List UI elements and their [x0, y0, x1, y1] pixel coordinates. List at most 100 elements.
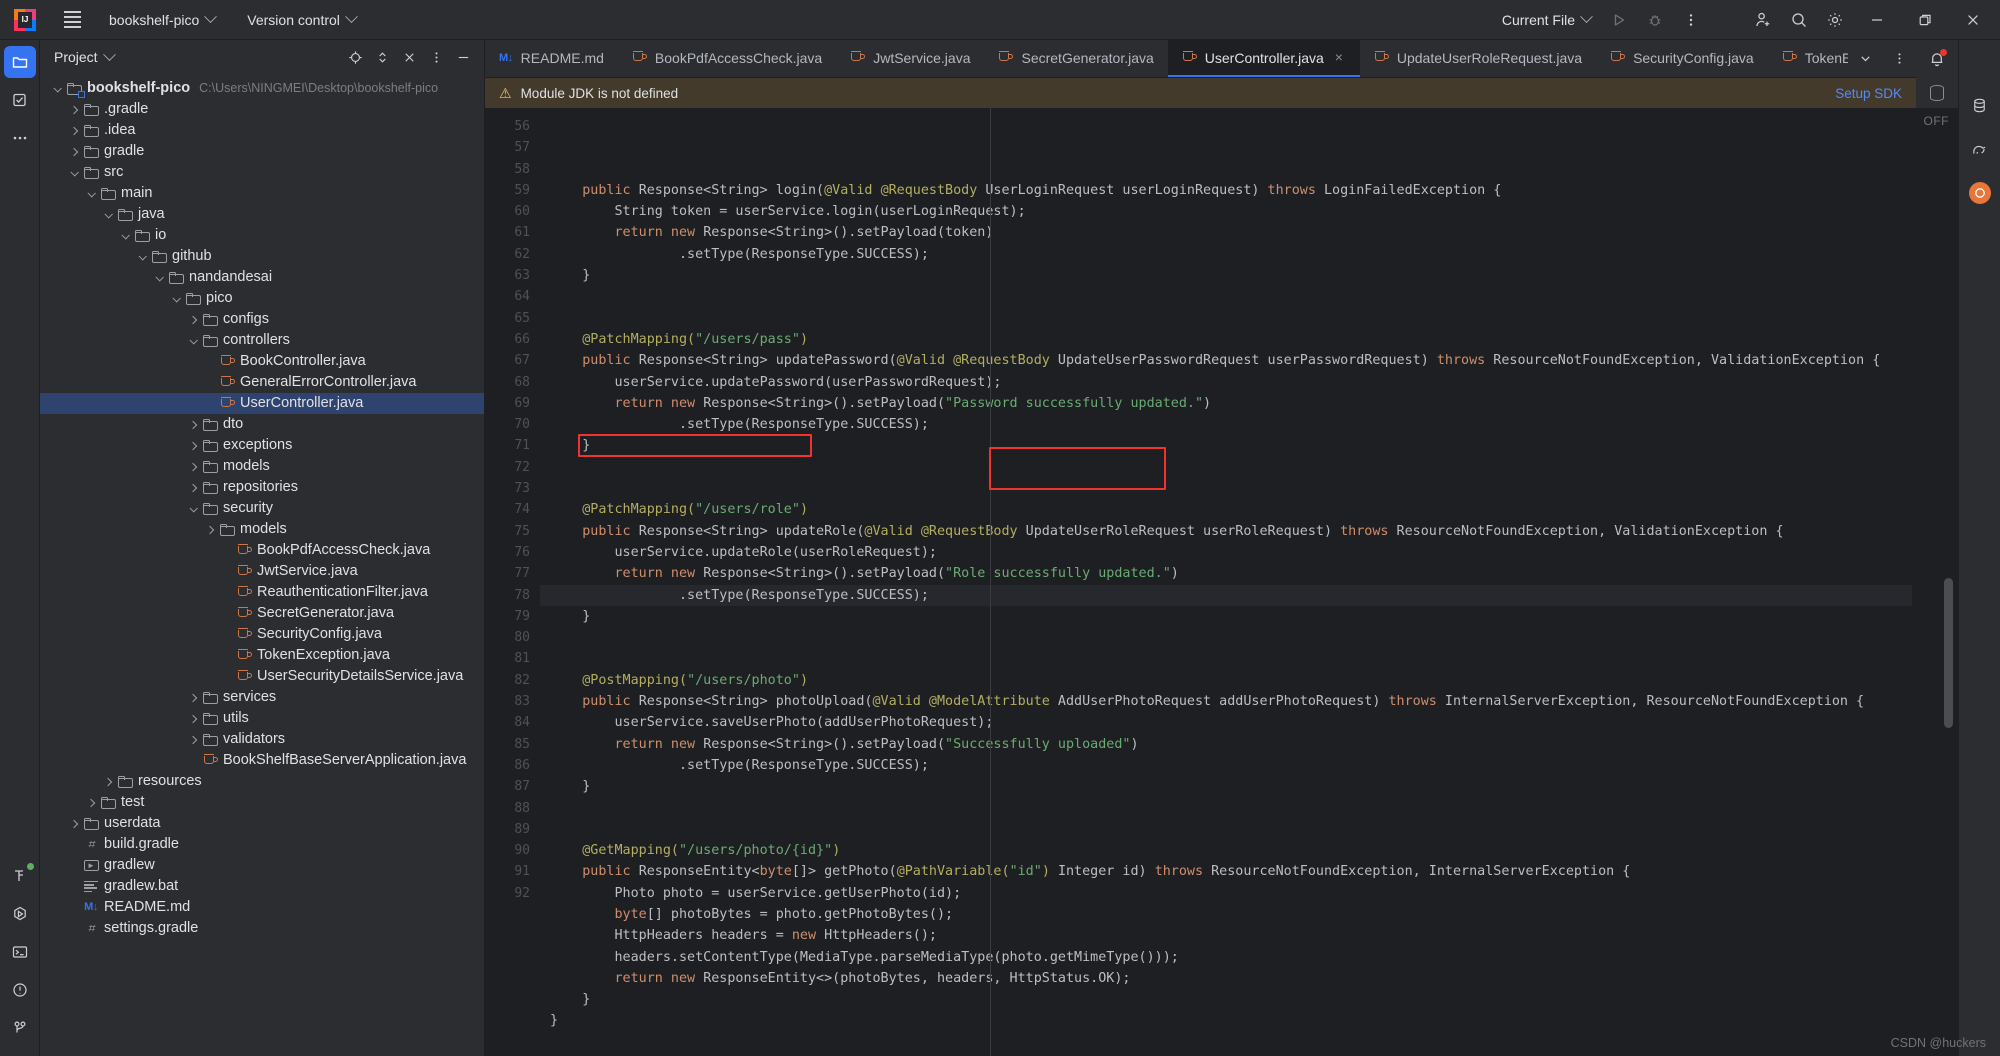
tree-item-gradlew[interactable]: ► gradlew [40, 855, 484, 876]
code-line[interactable]: Photo photo = userService.getUserPhoto(i… [540, 883, 1912, 904]
more-tool-windows-button[interactable] [4, 122, 36, 154]
code-line[interactable]: public Response<String> photoUpload(@Val… [540, 691, 1912, 712]
close-tab-icon[interactable]: × [1332, 50, 1346, 65]
tree-item-controllers[interactable]: controllers [40, 330, 484, 351]
tree-item-io[interactable]: io [40, 225, 484, 246]
tree-item-java[interactable]: java [40, 204, 484, 225]
code-line[interactable]: return new Response<String>().setPayload… [540, 393, 1912, 414]
code-line[interactable]: byte[] photoBytes = photo.getPhotoBytes(… [540, 904, 1912, 925]
updown-chevrons-icon[interactable] [369, 44, 395, 70]
tree-item-jwtservice-java[interactable]: JwtService.java [40, 561, 484, 582]
code-line[interactable]: @PostMapping("/users/photo") [540, 670, 1912, 691]
gear-icon[interactable] [1818, 4, 1852, 36]
tree-item-tokenexception-java[interactable]: TokenException.java [40, 645, 484, 666]
project-name-dropdown[interactable]: bookshelf-pico [100, 7, 224, 33]
tree-item-dto[interactable]: dto [40, 414, 484, 435]
code-line[interactable]: HttpHeaders headers = new HttpHeaders(); [540, 925, 1912, 946]
editor-tab-secretgenerator-java[interactable]: SecretGenerator.java [984, 40, 1167, 77]
terminal-tool-window-button[interactable] [4, 936, 36, 968]
editor-tab-usercontroller-java[interactable]: UserController.java × [1167, 40, 1360, 77]
tree-item-services[interactable]: services [40, 687, 484, 708]
run-configuration-selector[interactable]: Current File [1493, 7, 1600, 33]
code-line[interactable] [540, 308, 1912, 329]
chevron-down-icon[interactable] [50, 78, 64, 99]
chevron-right-icon[interactable] [186, 414, 200, 435]
git-tool-window-button[interactable] [4, 1012, 36, 1044]
editor-tabs-bar[interactable]: M↓ README.md BookPdfAccessCheck.java JwtSer… [485, 40, 1848, 78]
code-line[interactable]: } [540, 265, 1912, 286]
tree-item-reauthenticationfilter-java[interactable]: ReauthenticationFilter.java [40, 582, 484, 603]
tree-item-gradle[interactable]: gradle [40, 141, 484, 162]
tree-item-bookpdfaccesscheck-java[interactable]: BookPdfAccessCheck.java [40, 540, 484, 561]
chevron-right-icon[interactable] [67, 141, 81, 162]
chevron-down-icon[interactable] [169, 288, 183, 309]
tabs-more-vertical-icon[interactable] [1882, 43, 1916, 75]
code-line[interactable]: } [540, 435, 1912, 456]
code-line[interactable]: return new Response<String>().setPayload… [540, 563, 1912, 584]
chevron-right-icon[interactable] [67, 99, 81, 120]
tree-item-pico[interactable]: pico [40, 288, 484, 309]
more-vertical-icon[interactable] [423, 44, 449, 70]
collapse-icon[interactable] [396, 44, 422, 70]
tree-item-repositories[interactable]: repositories [40, 477, 484, 498]
more-vertical-icon[interactable] [1674, 4, 1708, 36]
code-line[interactable]: return new Response<String>().setPayload… [540, 222, 1912, 243]
run-icon[interactable] [1602, 4, 1636, 36]
tree-item-usersecuritydetailsservice-java[interactable]: UserSecurityDetailsService.java [40, 666, 484, 687]
hide-panel-icon[interactable] [450, 44, 476, 70]
tree-item-configs[interactable]: configs [40, 309, 484, 330]
version-control-dropdown[interactable]: Version control [238, 7, 365, 33]
tree-item-bookshelfbaseserverapplication-java[interactable]: BookShelfBaseServerApplication.java [40, 750, 484, 771]
chevron-right-icon[interactable] [101, 771, 115, 792]
code-line[interactable]: .setType(ResponseType.SUCCESS); [540, 584, 1912, 606]
code-line[interactable]: public Response<String> login(@Valid @Re… [540, 180, 1912, 201]
code-line[interactable]: userService.saveUserPhoto(addUserPhotoRe… [540, 712, 1912, 733]
chevron-down-icon[interactable] [135, 246, 149, 267]
tree-item-usercontroller-java[interactable]: UserController.java [40, 393, 484, 414]
editor-tab-tokenexceptio[interactable]: TokenExceptio [1768, 40, 1848, 77]
chevron-right-icon[interactable] [186, 435, 200, 456]
code-line[interactable]: String token = userService.login(userLog… [540, 201, 1912, 222]
chevron-right-icon[interactable] [186, 309, 200, 330]
tree-item-src[interactable]: src [40, 162, 484, 183]
chevron-down-icon[interactable] [152, 267, 166, 288]
database-tool-window-button[interactable] [1965, 90, 1995, 120]
editor-tab-jwtservice-java[interactable]: JwtService.java [836, 40, 984, 77]
code-line[interactable]: @GetMapping("/users/photo/{id}") [540, 840, 1912, 861]
tree-item-test[interactable]: test [40, 792, 484, 813]
code-line[interactable]: public Response<String> updateRole(@Vali… [540, 521, 1912, 542]
chevron-right-icon[interactable] [203, 519, 217, 540]
tree-item-readme-md[interactable]: M↓ README.md [40, 897, 484, 918]
chevron-down-icon[interactable] [186, 498, 200, 519]
tree-item-validators[interactable]: validators [40, 729, 484, 750]
chevron-down-icon[interactable] [101, 204, 115, 225]
code-editor[interactable]: 56 57 58 59 60 61 62 63 64 65 66 67 68 69 70 71 72 73 74 75… [485, 108, 1958, 1056]
code-line[interactable]: @PatchMapping("/users/role") [540, 499, 1912, 520]
close-icon[interactable] [1950, 0, 1996, 40]
tree-item-models[interactable]: models [40, 456, 484, 477]
code-line[interactable]: .setType(ResponseType.SUCCESS); [540, 414, 1912, 435]
code-line[interactable]: } [540, 776, 1912, 797]
code-line[interactable] [540, 798, 1912, 819]
chevron-right-icon[interactable] [84, 792, 98, 813]
tree-item-main[interactable]: main [40, 183, 484, 204]
problems-tool-window-button[interactable] [4, 974, 36, 1006]
chevron-right-icon[interactable] [186, 477, 200, 498]
chevron-down-icon[interactable] [67, 162, 81, 183]
tree-item-generalerrorcontroller-java[interactable]: GeneralErrorController.java [40, 372, 484, 393]
crosshair-icon[interactable] [342, 44, 368, 70]
tree-item-bookcontroller-java[interactable]: BookController.java [40, 351, 484, 372]
tree-item--idea[interactable]: .idea [40, 120, 484, 141]
structure-tool-window-button[interactable] [4, 860, 36, 892]
tree-item-nandandesai[interactable]: nandandesai [40, 267, 484, 288]
code-line[interactable]: } [540, 1010, 1912, 1031]
tree-item-bookshelf-pico[interactable]: bookshelf-pico C:\Users\NINGMEI\Desktop\b… [40, 78, 484, 99]
tree-item-security[interactable]: security [40, 498, 484, 519]
chevron-right-icon[interactable] [186, 687, 200, 708]
code-line[interactable]: headers.setContentType(MediaType.parseMe… [540, 947, 1912, 968]
tree-item-userdata[interactable]: userdata [40, 813, 484, 834]
code-line[interactable]: } [540, 989, 1912, 1010]
code-line[interactable] [540, 286, 1912, 307]
setup-sdk-link[interactable]: Setup SDK [1835, 86, 1902, 101]
editor-scrollbar-thumb[interactable] [1944, 578, 1953, 728]
